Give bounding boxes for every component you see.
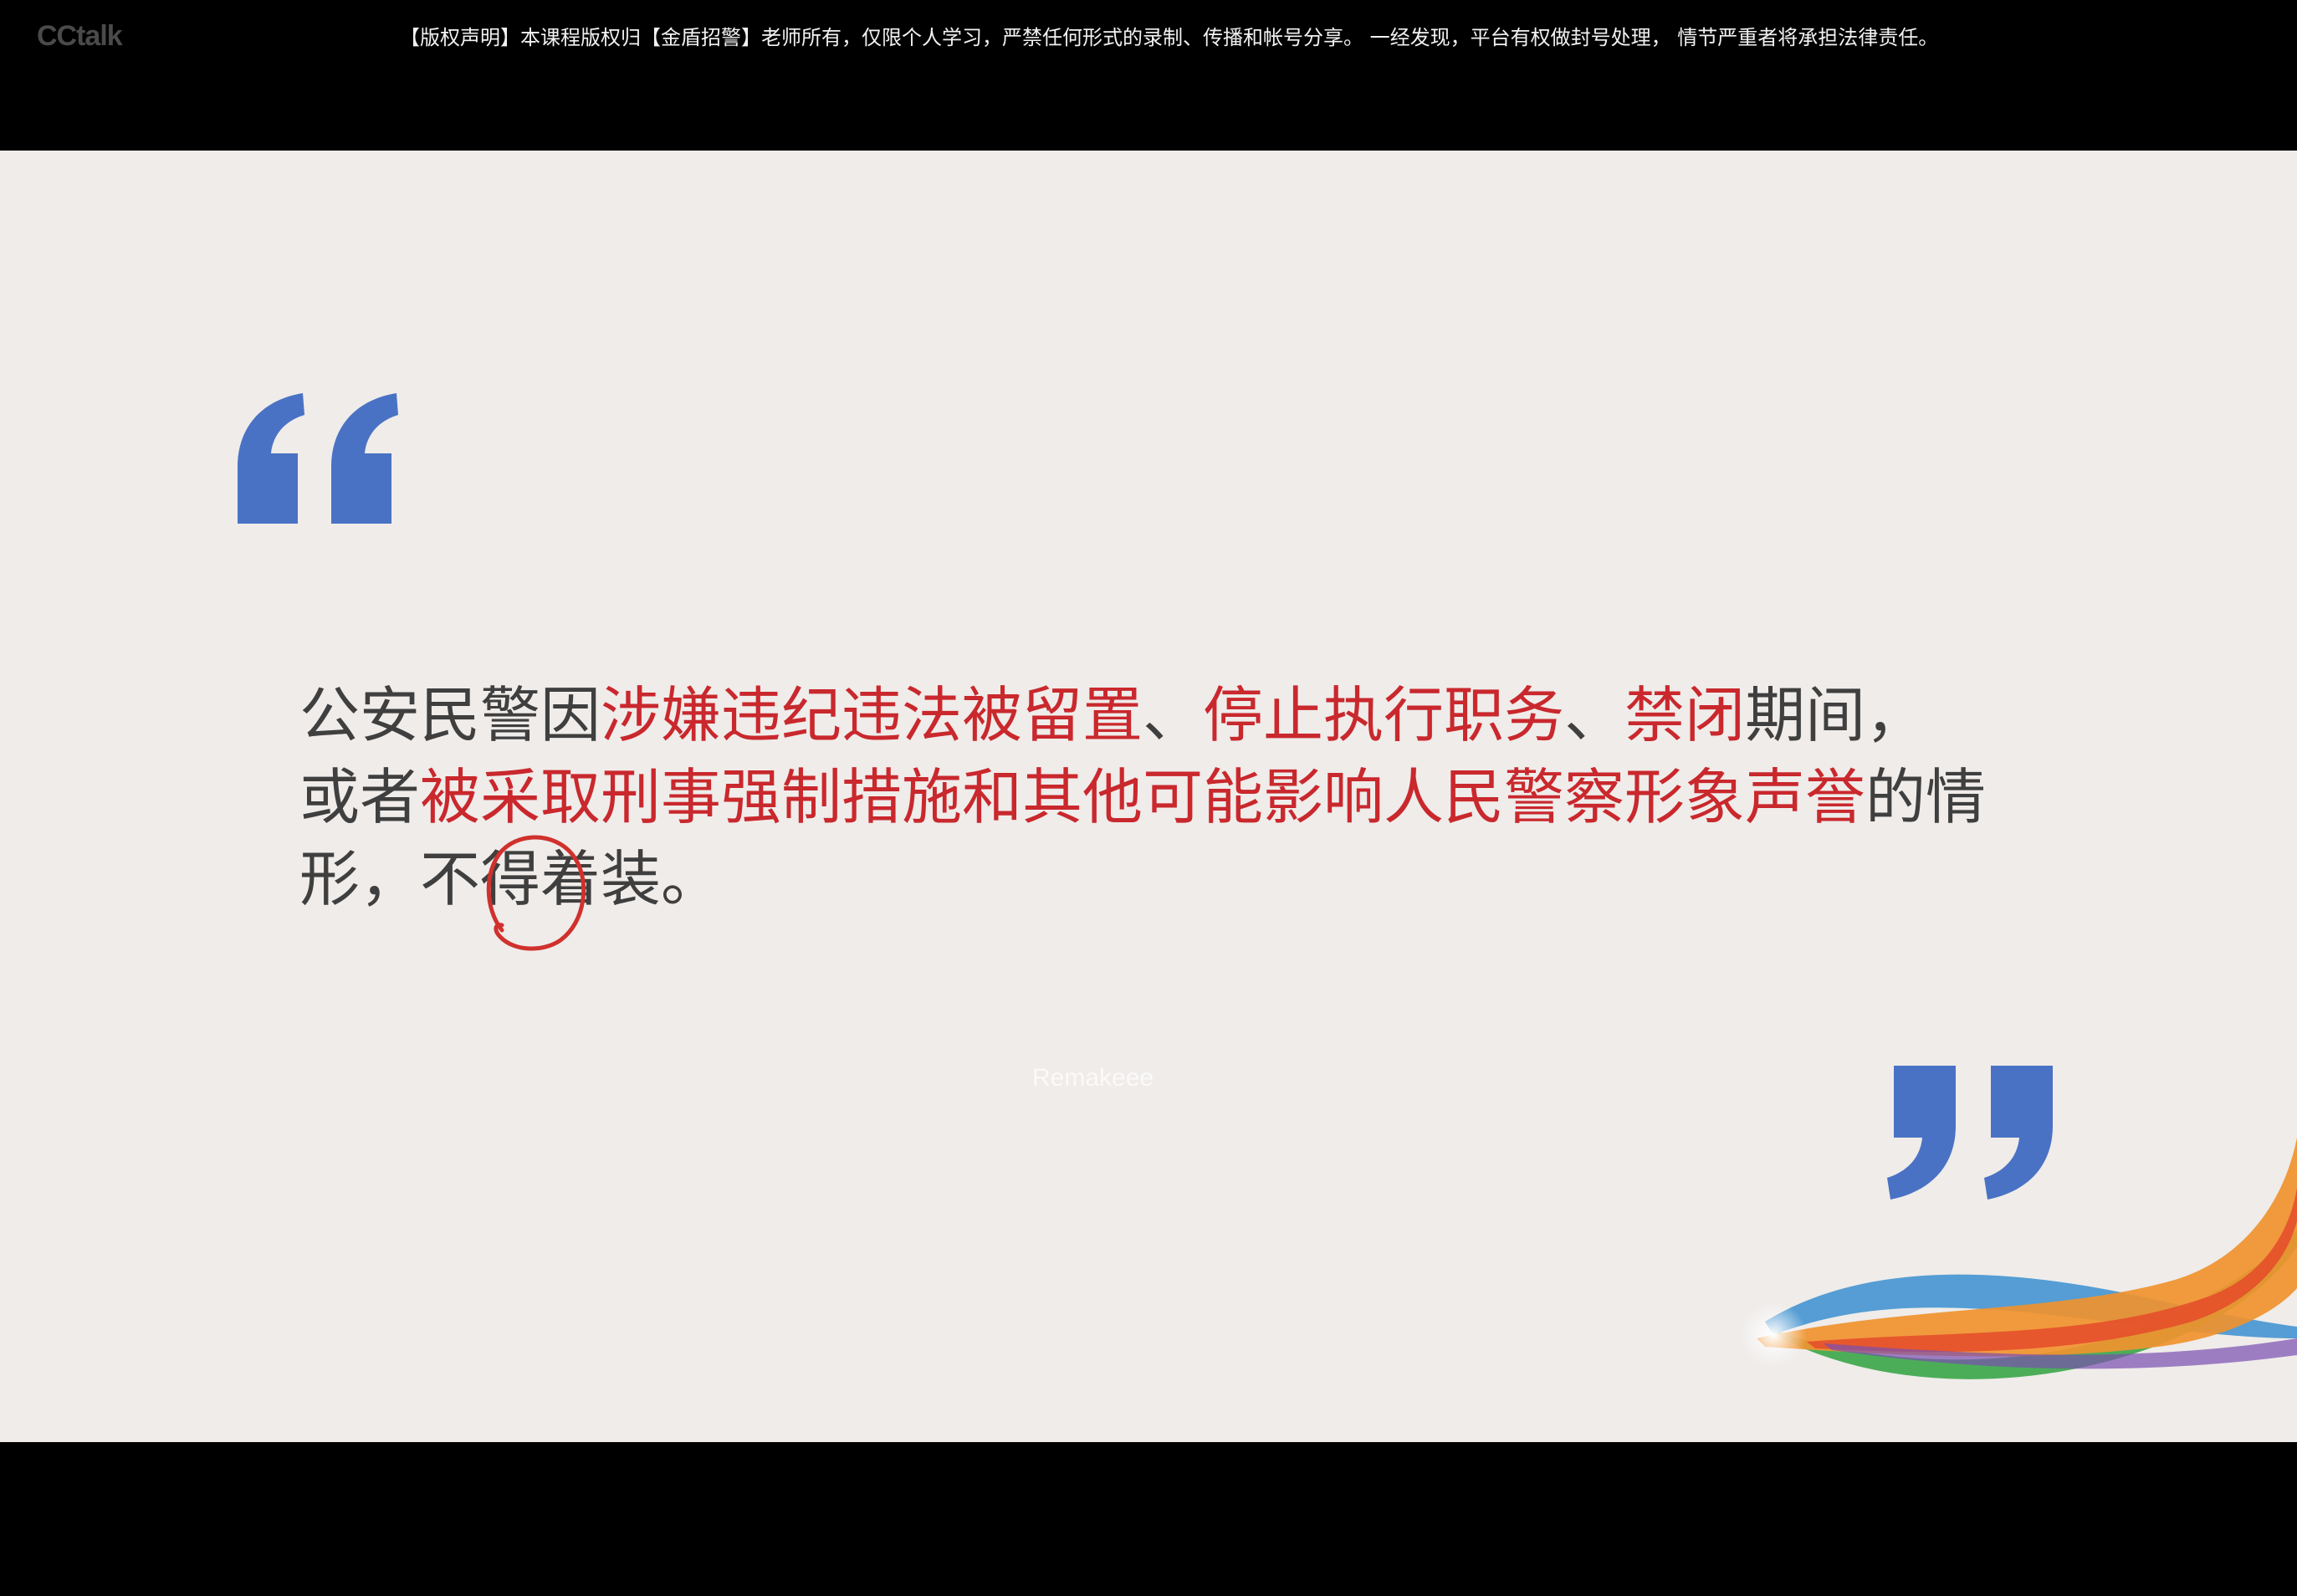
open-quote-icon: [238, 393, 398, 524]
ribbon-decoration: [1740, 1138, 2297, 1379]
quote-segment: 、: [1564, 680, 1625, 750]
quote-segment-highlight: 停止执行职务: [1203, 680, 1565, 750]
lecture-slide: 公安民警因涉嫌违纪违法被留置、停止执行职务、禁闭期间， 或者被采取刑事强制措施和其…: [0, 151, 2297, 1442]
quote-text: 公安民警因涉嫌违纪违法被留置、停止执行职务、禁闭期间， 或者被采取刑事强制措施和其…: [299, 674, 2014, 920]
copyright-notice: 【版权声明】本课程版权归【金盾招警】老师所有，仅限个人学习，严禁任何形式的录制、…: [400, 26, 1939, 49]
top-bar: CCtalk 【版权声明】本课程版权归【金盾招警】老师所有，仅限个人学习，严禁任…: [0, 0, 2297, 151]
bottom-bar: [0, 1442, 2297, 1596]
video-player-frame: CCtalk 【版权声明】本课程版权归【金盾招警】老师所有，仅限个人学习，严禁任…: [0, 0, 2297, 1596]
quote-segment: 、: [1143, 680, 1204, 750]
quote-segment: 公安民警因: [299, 680, 601, 750]
cctalk-logo: CCtalk: [37, 20, 123, 52]
watermark: Remakeee: [1032, 1064, 1154, 1092]
quote-segment: 或者: [299, 762, 421, 832]
quote-segment: 期间，: [1745, 680, 1926, 750]
quote-segment-highlight: 涉嫌违纪违法被留置: [601, 680, 1143, 750]
quote-segment-highlight: 禁闭: [1624, 680, 1746, 750]
quote-segment-highlight: 被采取刑事强制措施和其他可能影响人民警察形象声誉: [420, 762, 1866, 832]
